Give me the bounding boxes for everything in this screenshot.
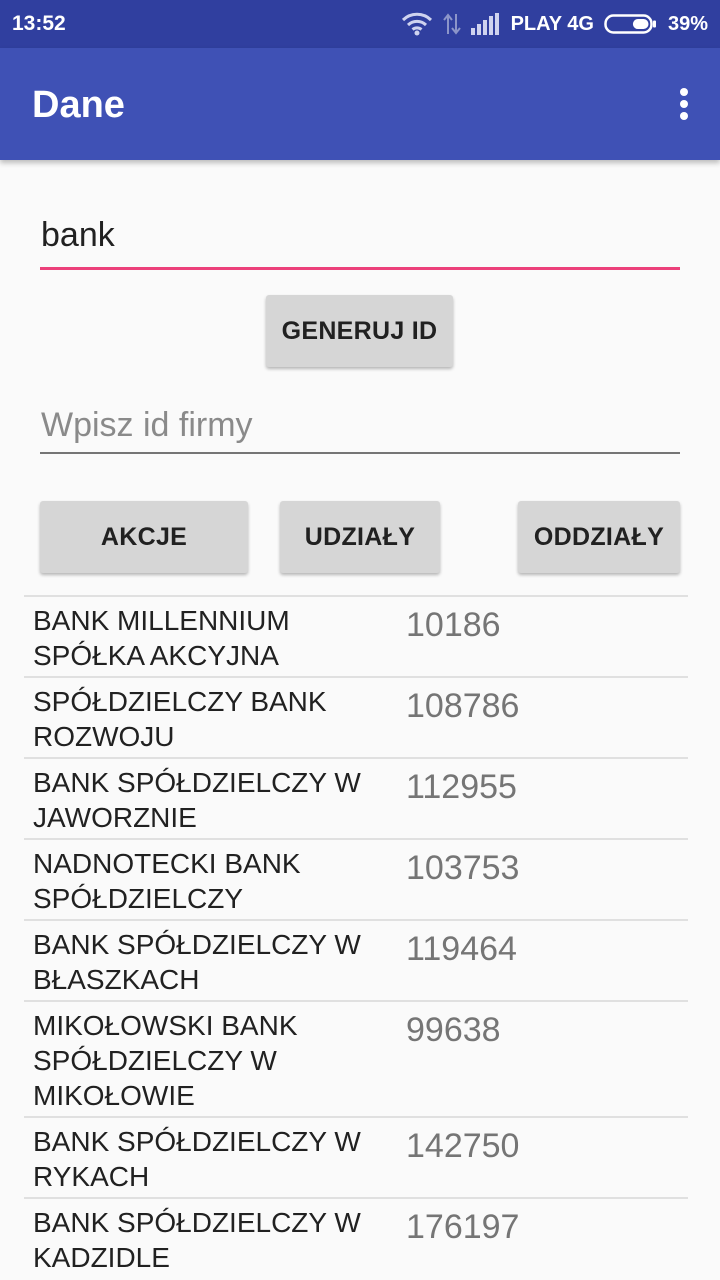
akcje-button[interactable]: AKCJE (40, 501, 248, 573)
company-id: 10186 (406, 606, 501, 644)
oddzialy-button[interactable]: ODDZIAŁY (518, 501, 680, 573)
list-item[interactable]: NADNOTECKI BANK SPÓŁDZIELCZY 103753 (24, 838, 688, 919)
app-title: Dane (32, 84, 125, 126)
company-name: SPÓŁDZIELCZY BANK ROZWOJU (33, 686, 327, 752)
company-name: BANK SPÓŁDZIELCZY W BŁASZKACH (33, 929, 361, 995)
status-icons: PLAY 4G 39% (401, 9, 708, 39)
company-name: BANK SPÓŁDZIELCZY W RYKACH (33, 1126, 361, 1192)
battery-percent: 39% (667, 12, 708, 35)
status-time: 13:52 (12, 12, 66, 35)
company-id: 103753 (406, 849, 520, 887)
company-name: BANK MILLENNIUM SPÓŁKA AKCYJNA (33, 605, 290, 671)
list-item[interactable]: BANK SPÓŁDZIELCZY W BŁASZKACH 119464 (24, 919, 688, 1000)
results-list: BANK MILLENNIUM SPÓŁKA AKCYJNA 10186 SPÓ… (24, 595, 688, 1278)
company-name: MIKOŁOWSKI BANK SPÓŁDZIELCZY W MIKOŁOWIE (33, 1010, 298, 1111)
company-id-placeholder: Wpisz id firmy (41, 406, 253, 444)
status-bar: 13:52 PLAY 4G 39% (0, 0, 720, 48)
list-item[interactable]: SPÓŁDZIELCZY BANK ROZWOJU 108786 (24, 676, 688, 757)
list-item[interactable]: BANK SPÓŁDZIELCZY W RYKACH 142750 (24, 1116, 688, 1197)
list-item[interactable]: MIKOŁOWSKI BANK SPÓŁDZIELCZY W MIKOŁOWIE… (24, 1000, 688, 1116)
company-id: 108786 (406, 687, 520, 725)
list-item[interactable]: BANK SPÓŁDZIELCZY W KADZIDLE 176197 (24, 1197, 688, 1278)
company-id-input[interactable]: Wpisz id firmy (40, 398, 680, 454)
company-id: 119464 (406, 930, 517, 968)
battery-icon (604, 13, 658, 35)
company-id: 176197 (406, 1208, 520, 1246)
list-item[interactable]: BANK SPÓŁDZIELCZY W JAWORZNIE 112955 (24, 757, 688, 838)
app-bar: Dane (0, 48, 720, 160)
carrier-label: PLAY 4G (510, 12, 594, 35)
company-name: BANK SPÓŁDZIELCZY W KADZIDLE (33, 1207, 361, 1273)
data-transfer-icon (442, 12, 461, 36)
more-vert-icon[interactable] (668, 82, 700, 126)
signal-icon (470, 13, 501, 35)
company-id: 112955 (406, 768, 517, 806)
udzialy-button[interactable]: UDZIAŁY (280, 501, 440, 573)
search-input[interactable]: bank (40, 210, 680, 270)
company-id: 142750 (406, 1127, 520, 1165)
company-id: 99638 (406, 1011, 501, 1049)
generate-id-button[interactable]: GENERUJ ID (266, 295, 453, 367)
list-item[interactable]: BANK MILLENNIUM SPÓŁKA AKCYJNA 10186 (24, 595, 688, 676)
company-name: NADNOTECKI BANK SPÓŁDZIELCZY (33, 848, 301, 914)
wifi-icon (401, 12, 433, 36)
company-name: BANK SPÓŁDZIELCZY W JAWORZNIE (33, 767, 361, 833)
search-input-value: bank (41, 216, 115, 254)
